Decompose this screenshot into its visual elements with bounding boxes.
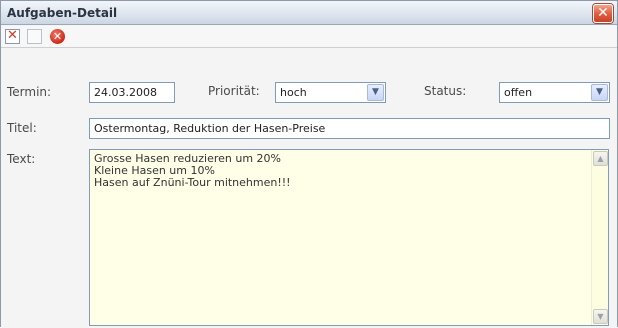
chevron-up-icon: ▲ <box>597 154 604 163</box>
close-icon: ✕ <box>597 5 609 21</box>
text-line: Hasen auf Znüni-Tour mitnehmen!!! <box>94 176 291 189</box>
scroll-up-button[interactable]: ▲ <box>593 151 608 166</box>
prioritaet-value: hoch <box>280 86 307 99</box>
status-select[interactable]: offen ▼ <box>499 82 610 103</box>
delete-icon: ✕ <box>52 30 63 43</box>
delete-button[interactable]: ✕ <box>50 29 65 44</box>
text-label: Text: <box>7 152 36 166</box>
scroll-down-button[interactable]: ▼ <box>593 309 608 324</box>
status-value: offen <box>504 86 533 99</box>
chevron-down-icon: ▼ <box>591 84 608 101</box>
task-form: Termin: 24.03.2008 Priorität: hoch ▼ Sta… <box>1 49 617 328</box>
empty-checkbox[interactable] <box>27 29 42 44</box>
prioritaet-select[interactable]: hoch ▼ <box>275 82 386 103</box>
titel-field[interactable]: Ostermontag, Reduktion der Hasen-Preise <box>89 118 610 139</box>
text-area[interactable]: Grosse Hasen reduzieren um 20% Kleine Ha… <box>89 149 609 326</box>
termin-field[interactable]: 24.03.2008 <box>89 82 175 103</box>
title-bar: Aufgaben-Detail ✕ <box>1 1 617 25</box>
close-window-button[interactable]: ✕ <box>593 4 613 23</box>
text-scrollbar[interactable]: ▲ ▼ <box>591 150 608 325</box>
window-title: Aufgaben-Detail <box>7 6 118 20</box>
toolbar: ✕ ✕ <box>1 26 617 48</box>
chevron-down-icon: ▼ <box>597 312 604 321</box>
x-mark-icon: ✕ <box>7 28 18 43</box>
done-checkbox[interactable]: ✕ <box>5 29 20 44</box>
chevron-down-icon: ▼ <box>367 84 384 101</box>
task-detail-window: Aufgaben-Detail ✕ ✕ ✕ Termin: 24.03.2008… <box>0 0 618 328</box>
termin-label: Termin: <box>7 85 52 99</box>
prioritaet-label: Priorität: <box>208 84 260 98</box>
titel-label: Titel: <box>7 121 37 135</box>
status-label: Status: <box>424 84 467 98</box>
